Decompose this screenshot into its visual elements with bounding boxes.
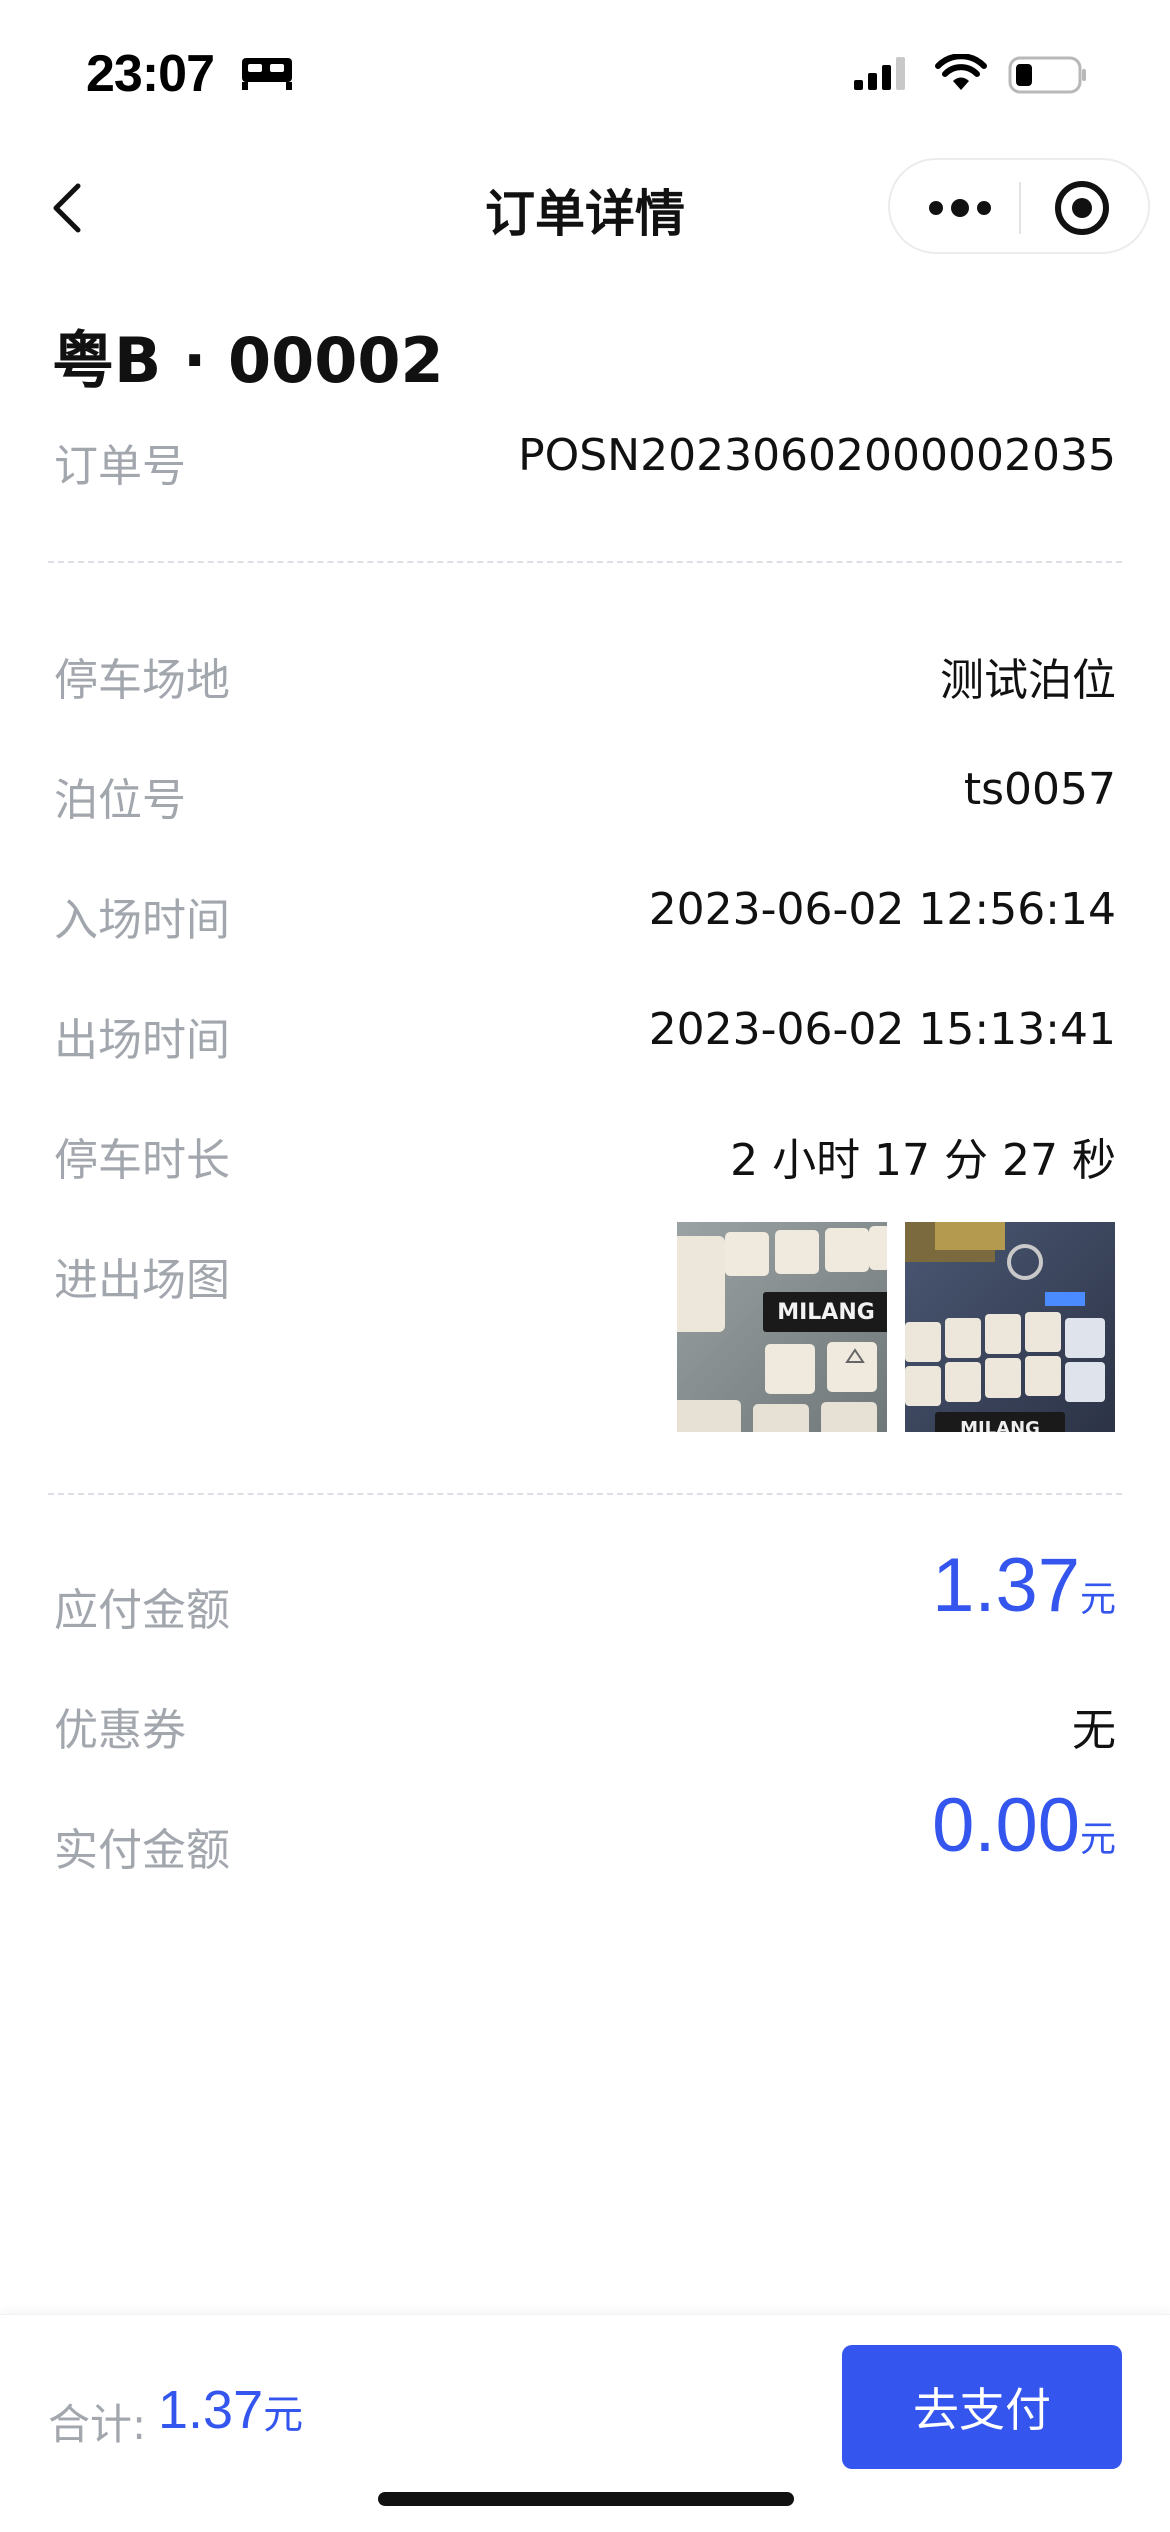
parking-lot-label: 停车场地 xyxy=(54,655,230,706)
license-plate: 粤B · 00002 xyxy=(52,324,444,397)
status-time: 23:07 xyxy=(86,45,215,103)
payable-amount: 1.37元 xyxy=(932,1542,1116,1629)
order-detail-screen: 23:07 订单详情 粤B · 00002 订单号 POSN2023060200… xyxy=(0,0,1170,2532)
order-number-row: 订单号 POSN20230602000002035 xyxy=(54,424,1116,492)
parking-duration-row: 停车时长 2 小时 17 分 27 秒 xyxy=(54,1118,1116,1186)
paid-amount-label: 实付金额 xyxy=(54,1825,230,1876)
sleep-mode-icon xyxy=(242,58,292,90)
cellular-signal-icon xyxy=(854,57,905,90)
payable-amount-unit: 元 xyxy=(1079,1579,1116,1620)
paid-amount-value: 0.00 xyxy=(932,1783,1080,1868)
entry-photo[interactable]: MILANG xyxy=(677,1222,887,1432)
exit-time-row: 出场时间 2023-06-02 15:13:41 xyxy=(54,998,1116,1066)
capsule-divider xyxy=(1019,182,1021,234)
keyboard-brand-text: MILANG xyxy=(777,1300,875,1325)
coupon-row: 优惠券 无 xyxy=(54,1688,1116,1756)
more-options-icon[interactable] xyxy=(920,178,1000,238)
close-miniprogram-icon[interactable] xyxy=(1046,172,1118,244)
entry-time-value: 2023-06-02 12:56:14 xyxy=(648,884,1116,935)
home-indicator[interactable] xyxy=(378,2492,794,2506)
parking-lot-value: 测试泊位 xyxy=(940,655,1116,706)
keyboard-brand-text: MILANG xyxy=(960,1418,1040,1432)
wifi-icon xyxy=(935,54,987,90)
payable-amount-row: 应付金额 1.37元 xyxy=(54,1543,1116,1636)
order-number-label: 订单号 xyxy=(54,441,186,492)
berth-number-value: ts0057 xyxy=(963,764,1116,815)
total-amount-value: 1.37 xyxy=(158,2380,264,2440)
berth-number-label: 泊位号 xyxy=(54,775,186,826)
payable-amount-label: 应付金额 xyxy=(54,1585,230,1636)
parking-duration-label: 停车时长 xyxy=(54,1135,230,1186)
divider xyxy=(48,1493,1122,1495)
battery-icon xyxy=(1008,56,1086,94)
paid-amount-unit: 元 xyxy=(1079,1819,1116,1860)
entry-exit-photos-label: 进出场图 xyxy=(54,1255,230,1306)
paid-amount-row: 实付金额 0.00元 xyxy=(54,1783,1116,1876)
coupon-value: 无 xyxy=(1072,1705,1116,1756)
entry-time-label: 入场时间 xyxy=(54,895,230,946)
status-bar: 23:07 xyxy=(0,0,1170,150)
parking-duration-value: 2 小时 17 分 27 秒 xyxy=(730,1135,1116,1186)
exit-photo[interactable]: MILANG xyxy=(905,1222,1115,1432)
payable-amount-value: 1.37 xyxy=(932,1543,1080,1628)
total-amount-unit: 元 xyxy=(263,2392,304,2438)
pay-button[interactable]: 去支付 xyxy=(842,2345,1122,2469)
parking-lot-row: 停车场地 测试泊位 xyxy=(54,638,1116,706)
total-label: 合计: xyxy=(48,2400,147,2449)
navigation-bar: 订单详情 xyxy=(0,150,1170,270)
exit-time-value: 2023-06-02 15:13:41 xyxy=(648,1004,1116,1055)
entry-time-row: 入场时间 2023-06-02 12:56:14 xyxy=(54,878,1116,946)
total-amount: 1.37元 xyxy=(158,2379,303,2441)
berth-number-row: 泊位号 ts0057 xyxy=(54,758,1116,826)
exit-time-label: 出场时间 xyxy=(54,1015,230,1066)
paid-amount: 0.00元 xyxy=(932,1782,1116,1869)
coupon-label: 优惠券 xyxy=(54,1705,186,1756)
order-number-value: POSN20230602000002035 xyxy=(518,430,1116,481)
divider xyxy=(48,561,1122,563)
miniprogram-capsule xyxy=(888,158,1150,254)
